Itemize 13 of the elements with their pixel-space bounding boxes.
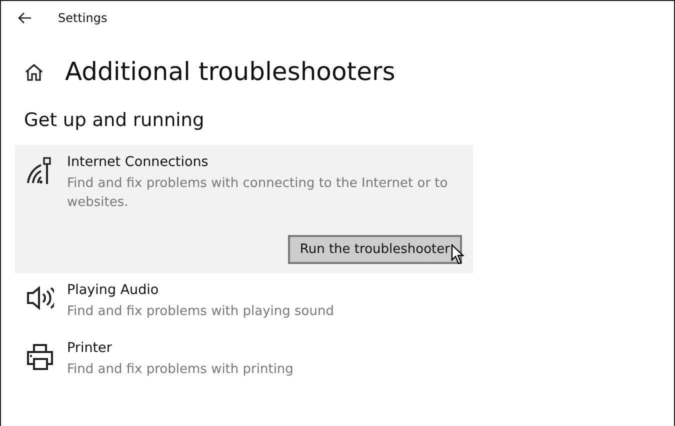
section-title: Get up and running <box>23 109 206 133</box>
troubleshooter-item[interactable]: Internet Connections Find and fix problems with connecting to the Internet or to websites. Run the troubleshooter <box>15 145 473 273</box>
troubleshooter-title: Printer <box>67 340 113 356</box>
troubleshooter-title: Internet Connections <box>67 154 210 170</box>
troubleshooter-description: Find and fix problems with printing <box>67 361 294 379</box>
troubleshooter-title: Playing Audio <box>67 282 160 298</box>
troubleshooter-item[interactable]: Playing Audio Find and fix problems with playing sound <box>15 273 473 331</box>
window-title: Settings <box>58 11 108 25</box>
troubleshooter-item[interactable]: Printer Find and fix problems with printing <box>15 331 473 389</box>
page-title: Additional troubleshooters <box>65 57 396 86</box>
run-troubleshooter-button[interactable]: Run the troubleshooter <box>288 235 462 264</box>
troubleshooter-description: Find and fix problems with connecting to the Internet or to websites. <box>67 175 449 212</box>
troubleshooter-description: Find and fix problems with playing sound <box>67 303 335 321</box>
